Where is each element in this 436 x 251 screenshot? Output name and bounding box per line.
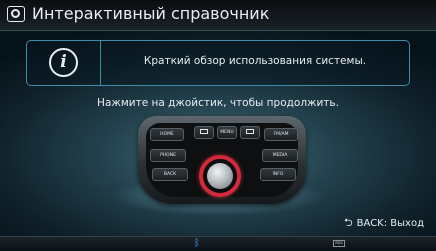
back-arrow-icon: ⮌ xyxy=(343,216,353,229)
phone-key: PHONE xyxy=(150,149,186,162)
back-key: BACK xyxy=(152,168,188,181)
instruction-text: Нажмите на джойстик, чтобы продолжить. xyxy=(97,97,339,109)
prev-screen-key xyxy=(194,126,214,139)
title-bar: Интерактивный справочник xyxy=(0,0,436,31)
joystick-knob xyxy=(207,163,233,189)
info-text: Краткий обзор использования системы. xyxy=(143,55,367,67)
screen-icon xyxy=(246,128,254,134)
info-icon: i xyxy=(49,48,78,77)
rds-indicator: RDS xyxy=(333,240,345,247)
screen-icon xyxy=(200,128,208,134)
next-screen-key xyxy=(240,126,260,139)
help-screen: Интерактивный справочник i Краткий обзор… xyxy=(0,0,436,251)
back-exit-label: BACK: Выход xyxy=(356,218,424,229)
fm-am-key: FM/AM xyxy=(264,128,298,141)
back-exit-hint[interactable]: ⮌ BACK: Выход xyxy=(344,214,424,233)
info-key: INFO xyxy=(260,168,296,181)
status-bar: ᛒ RDS xyxy=(0,236,436,251)
info-panel: i Краткий обзор использования системы. xyxy=(26,40,410,86)
media-key: MEDIA xyxy=(262,149,298,162)
page-title: Интерактивный справочник xyxy=(32,4,270,23)
home-key: HOME xyxy=(150,128,184,141)
help-screen-icon xyxy=(7,6,25,22)
bluetooth-icon: ᛒ xyxy=(194,238,200,249)
menu-key: MENU xyxy=(217,126,237,139)
